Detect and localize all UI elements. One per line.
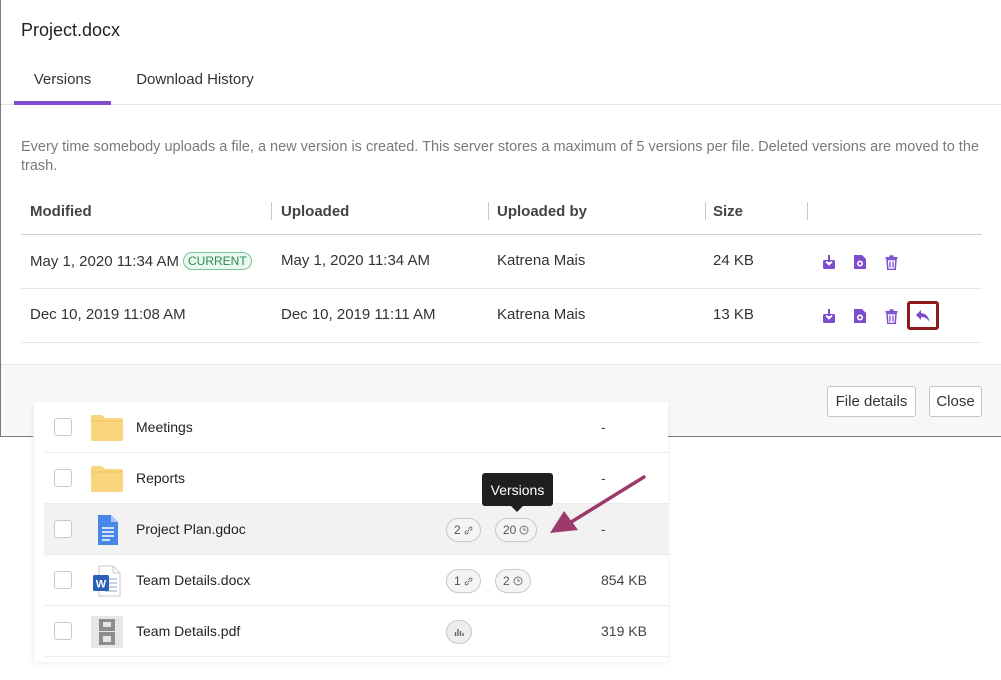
- row-checkbox[interactable]: [54, 520, 72, 538]
- folder-icon: [91, 466, 123, 492]
- version-uploaded-by: Katrena Mais: [497, 306, 586, 323]
- versions-table-header: Modified Uploaded Uploaded by Size: [21, 190, 982, 235]
- file-size: -: [601, 419, 606, 435]
- file-size: 854 KB: [601, 572, 647, 588]
- file-name[interactable]: Team Details.docx: [136, 572, 250, 588]
- row-checkbox[interactable]: [54, 571, 72, 589]
- close-button[interactable]: Close: [929, 386, 982, 417]
- version-modified: Dec 10, 2019 11:08 AM: [30, 306, 186, 323]
- svg-text:W: W: [96, 579, 107, 591]
- row-checkbox[interactable]: [54, 469, 72, 487]
- word-doc-icon: W: [93, 565, 121, 597]
- tab-versions[interactable]: Versions: [14, 55, 111, 105]
- screen: Project.docx Versions Download History E…: [0, 0, 1001, 680]
- column-divider: [807, 202, 808, 220]
- file-name[interactable]: Project Plan.gdoc: [136, 521, 246, 537]
- versions-count: 20: [503, 523, 517, 537]
- version-row: Dec 10, 2019 11:08 AM Dec 10, 2019 11:11…: [21, 289, 982, 343]
- pdf-thumbnail-icon: [91, 616, 123, 648]
- link-icon: [464, 526, 473, 534]
- download-icon[interactable]: [821, 307, 837, 325]
- file-row[interactable]: W Team Details.docx 1 2 854 KB: [44, 555, 669, 606]
- column-divider: [488, 202, 489, 220]
- current-badge: CURRENT: [182, 252, 252, 270]
- file-row[interactable]: Meetings -: [44, 402, 669, 453]
- trash-icon[interactable]: [883, 307, 899, 325]
- trash-icon[interactable]: [883, 253, 899, 271]
- version-row: May 1, 2020 11:34 AM CURRENT May 1, 2020 …: [21, 235, 982, 289]
- version-modified: May 1, 2020 11:34 AM CURRENT: [30, 252, 252, 270]
- version-size: 24 KB: [713, 252, 754, 269]
- versions-description: Every time somebody uploads a file, a ne…: [21, 139, 979, 174]
- versions-dialog: Project.docx Versions Download History E…: [0, 0, 1001, 437]
- file-name[interactable]: Team Details.pdf: [136, 623, 240, 639]
- file-size: 319 KB: [601, 623, 647, 639]
- version-size: 13 KB: [713, 306, 754, 323]
- clock-icon: [519, 525, 529, 535]
- shared-links-pill[interactable]: 1: [446, 569, 481, 593]
- clock-icon: [513, 576, 523, 586]
- column-header-modified[interactable]: Modified: [30, 203, 92, 220]
- version-uploaded: May 1, 2020 11:34 AM: [281, 252, 430, 269]
- shared-links-pill[interactable]: 2: [446, 518, 481, 542]
- preview-icon[interactable]: [852, 307, 868, 325]
- download-icon[interactable]: [821, 253, 837, 271]
- versions-count: 2: [503, 574, 510, 588]
- file-name[interactable]: Meetings: [136, 419, 193, 435]
- restore-button[interactable]: [907, 301, 939, 330]
- bar-chart-icon: [454, 629, 464, 636]
- version-uploaded-by: Katrena Mais: [497, 252, 586, 269]
- annotation-arrow-icon: [550, 475, 646, 533]
- column-header-uploaded-by[interactable]: Uploaded by: [497, 203, 587, 220]
- version-uploaded: Dec 10, 2019 11:11 AM: [281, 306, 436, 323]
- preview-icon[interactable]: [852, 253, 868, 271]
- version-modified-date: May 1, 2020 11:34 AM: [30, 253, 179, 270]
- dialog-title: Project.docx: [21, 20, 121, 40]
- file-row[interactable]: Team Details.pdf 319 KB: [44, 606, 669, 657]
- column-divider: [271, 202, 272, 220]
- row-checkbox[interactable]: [54, 622, 72, 640]
- column-header-uploaded[interactable]: Uploaded: [281, 203, 349, 220]
- folder-icon: [91, 415, 123, 441]
- column-header-size[interactable]: Size: [713, 203, 743, 220]
- versions-pill[interactable]: 20: [495, 518, 538, 542]
- link-icon: [464, 577, 473, 585]
- tab-bar: Versions Download History: [1, 55, 1001, 105]
- file-name[interactable]: Reports: [136, 470, 185, 486]
- versions-pill[interactable]: 2: [495, 569, 531, 593]
- column-divider: [705, 202, 706, 220]
- file-details-button[interactable]: File details: [827, 386, 916, 417]
- stats-pill[interactable]: [446, 620, 472, 644]
- versions-table: Modified Uploaded Uploaded by Size May 1…: [21, 190, 982, 343]
- restore-icon: [916, 309, 930, 322]
- row-checkbox[interactable]: [54, 418, 72, 436]
- shared-links-count: 1: [454, 574, 461, 588]
- google-doc-icon: [98, 515, 118, 545]
- tab-download-history[interactable]: Download History: [121, 55, 269, 104]
- shared-links-count: 2: [454, 523, 461, 537]
